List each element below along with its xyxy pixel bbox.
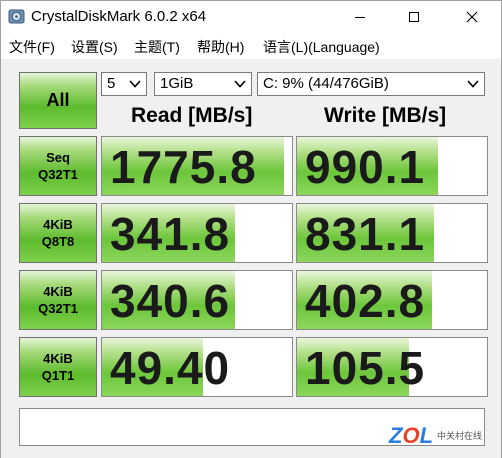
app-disk-icon — [8, 9, 25, 24]
4kib-q8t8-read-result: 341.8 — [101, 203, 293, 263]
read-column-header: Read [MB/s] — [131, 104, 253, 127]
test-size-value: 1GiB — [160, 75, 194, 92]
drive-select[interactable]: C: 9% (44/476GiB) — [257, 72, 485, 96]
write-value: 990.1 — [305, 141, 426, 193]
crystaldiskmark-window: CrystalDiskMark 6.0.2 x64 文件(F) 设置(S) 主题… — [0, 0, 502, 458]
logo-letter: O — [402, 423, 420, 448]
4kib-q32t1-button[interactable]: 4KiB Q32T1 — [19, 270, 97, 330]
zol-logo: ZOL — [389, 425, 433, 447]
4kib-q8t8-button[interactable]: 4KiB Q8T8 — [19, 203, 97, 263]
write-value: 402.8 — [305, 275, 426, 327]
seq-q32t1-read-result: 1775.8 — [101, 136, 293, 196]
4kib-q32t1-read-result: 340.6 — [101, 270, 293, 330]
read-value: 340.6 — [110, 275, 231, 327]
menu-file[interactable]: 文件(F) — [9, 37, 55, 57]
chevron-down-icon — [129, 80, 141, 88]
write-value: 831.1 — [305, 208, 426, 260]
maximize-icon — [409, 11, 419, 22]
4kib-q1t1-write-result: 105.5 — [296, 337, 488, 397]
logo-letter: L — [419, 423, 434, 448]
title-bar[interactable]: CrystalDiskMark 6.0.2 x64 — [1, 1, 501, 32]
write-column-header: Write [MB/s] — [324, 104, 447, 127]
write-value: 105.5 — [305, 342, 426, 394]
benchmark-panel: All 5 1GiB C: 9% (44/476GiB) Read [MB/s]… — [1, 59, 501, 458]
menu-help[interactable]: 帮助(H) — [197, 37, 244, 57]
chevron-down-icon — [467, 80, 479, 88]
minimize-icon — [355, 16, 365, 18]
close-icon — [466, 11, 478, 22]
window-title: CrystalDiskMark 6.0.2 x64 — [31, 8, 207, 25]
all-button[interactable]: All — [19, 72, 97, 129]
zol-watermark-text: 中关村在线 — [437, 430, 483, 441]
minimize-button[interactable] — [337, 1, 383, 32]
4kib-q8t8-write-result: 831.1 — [296, 203, 488, 263]
zol-watermark: ZOL 中关村在线 — [389, 425, 482, 447]
maximize-button[interactable] — [391, 1, 437, 32]
test-count-value: 5 — [107, 75, 116, 92]
seq-q32t1-write-result: 990.1 — [296, 136, 488, 196]
read-value: 49.40 — [110, 342, 231, 394]
4kib-q1t1-button[interactable]: 4KiB Q1T1 — [19, 337, 97, 397]
4kib-q1t1-read-result: 49.40 — [101, 337, 293, 397]
drive-value: C: 9% (44/476GiB) — [263, 75, 389, 92]
menu-bar: 文件(F) 设置(S) 主题(T) 帮助(H) 语言(L)(Language) — [1, 32, 501, 59]
menu-settings[interactable]: 设置(S) — [71, 37, 118, 57]
test-count-select[interactable]: 5 — [101, 72, 147, 96]
seq-q32t1-button[interactable]: Seq Q32T1 — [19, 136, 97, 196]
4kib-q32t1-write-result: 402.8 — [296, 270, 488, 330]
menu-language[interactable]: 语言(L)(Language) — [263, 37, 380, 57]
chevron-down-icon — [234, 80, 246, 88]
menu-theme[interactable]: 主题(T) — [134, 37, 180, 57]
close-button[interactable] — [449, 1, 495, 32]
test-size-select[interactable]: 1GiB — [154, 72, 252, 96]
read-value: 1775.8 — [110, 141, 257, 193]
logo-letter: Z — [389, 423, 403, 448]
read-value: 341.8 — [110, 208, 231, 260]
